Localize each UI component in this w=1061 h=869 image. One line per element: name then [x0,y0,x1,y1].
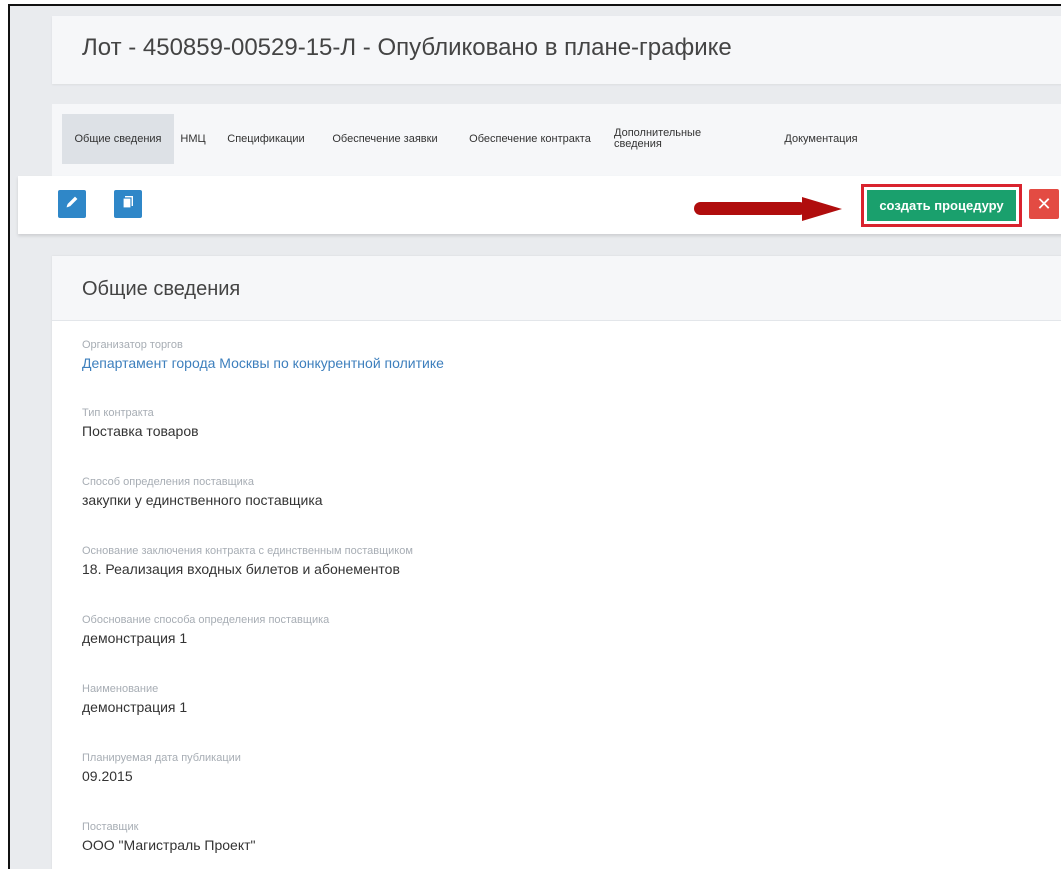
field-planned-publication-date: Планируемая дата публикации 09.2015 [82,752,241,784]
field-label: Организатор торгов [82,339,183,351]
close-icon: ✕ [1036,193,1052,214]
create-procedure-label: создать процедуру [867,190,1016,221]
field-label: Способ определения поставщика [82,476,254,488]
tab-additional-info[interactable]: Дополнительные сведения [610,114,720,164]
field-value: 18. Реализация входных билетов и абонеме… [82,561,400,577]
tab-bar: Общие сведения НМЦ Спецификации Обеспече… [52,104,1061,176]
field-contract-type: Тип контракта Поставка товаров [82,407,199,439]
tab-specifications[interactable]: Спецификации [217,114,315,164]
edit-button[interactable] [58,190,86,218]
tab-general-info[interactable]: Общие сведения [62,114,174,164]
field-supplier: Поставщик ООО "Магистраль Проект" [82,821,255,853]
organizer-link[interactable]: Департамент города Москвы по конкурентно… [82,355,444,371]
copy-button[interactable] [114,190,142,218]
field-organizer: Организатор торгов Департамент города Мо… [82,339,444,371]
field-label: Обоснование способа определения поставщи… [82,614,330,626]
tab-nmc[interactable]: НМЦ [176,114,210,164]
tab-contract-security[interactable]: Обеспечение контракта [458,114,602,164]
field-value: демонстрация 1 [82,630,188,646]
red-arrow-right-icon [694,196,844,227]
close-button[interactable]: ✕ [1029,189,1059,219]
field-supplier-method: Способ определения поставщика закупки у … [82,476,323,508]
card-header: Общие сведения [52,256,1061,321]
section-title: Общие сведения [82,278,241,300]
field-single-supplier-basis: Основание заключения контракта с единств… [82,545,413,577]
field-label: Поставщик [82,821,139,833]
field-value: 09.2015 [82,768,133,784]
general-info-card: Общие сведения Организатор торгов Департ… [52,256,1061,869]
app-window: Лот - 450859-00529-15-Л - Опубликовано в… [8,4,1061,869]
field-value: закупки у единственного поставщика [82,492,323,508]
tab-application-security[interactable]: Обеспечение заявки [318,114,452,164]
action-toolbar: создать процедуру ✕ [18,176,1061,234]
field-value: Поставка товаров [82,423,199,439]
copy-document-icon [120,194,136,215]
field-method-justification: Обоснование способа определения поставщи… [82,614,329,646]
field-label: Наименование [82,683,159,695]
field-name: Наименование демонстрация 1 [82,683,187,715]
page-header: Лот - 450859-00529-15-Л - Опубликовано в… [52,16,1061,84]
field-label: Основание заключения контракта с единств… [82,545,413,557]
field-label: Тип контракта [82,407,154,419]
field-label: Планируемая дата публикации [82,752,241,764]
field-value: ООО "Магистраль Проект" [82,837,256,853]
tab-documentation[interactable]: Документация [772,114,870,164]
field-value: демонстрация 1 [82,699,188,715]
create-procedure-button[interactable]: создать процедуру [861,184,1022,227]
page-title: Лот - 450859-00529-15-Л - Опубликовано в… [82,34,732,61]
pencil-icon [64,194,80,215]
